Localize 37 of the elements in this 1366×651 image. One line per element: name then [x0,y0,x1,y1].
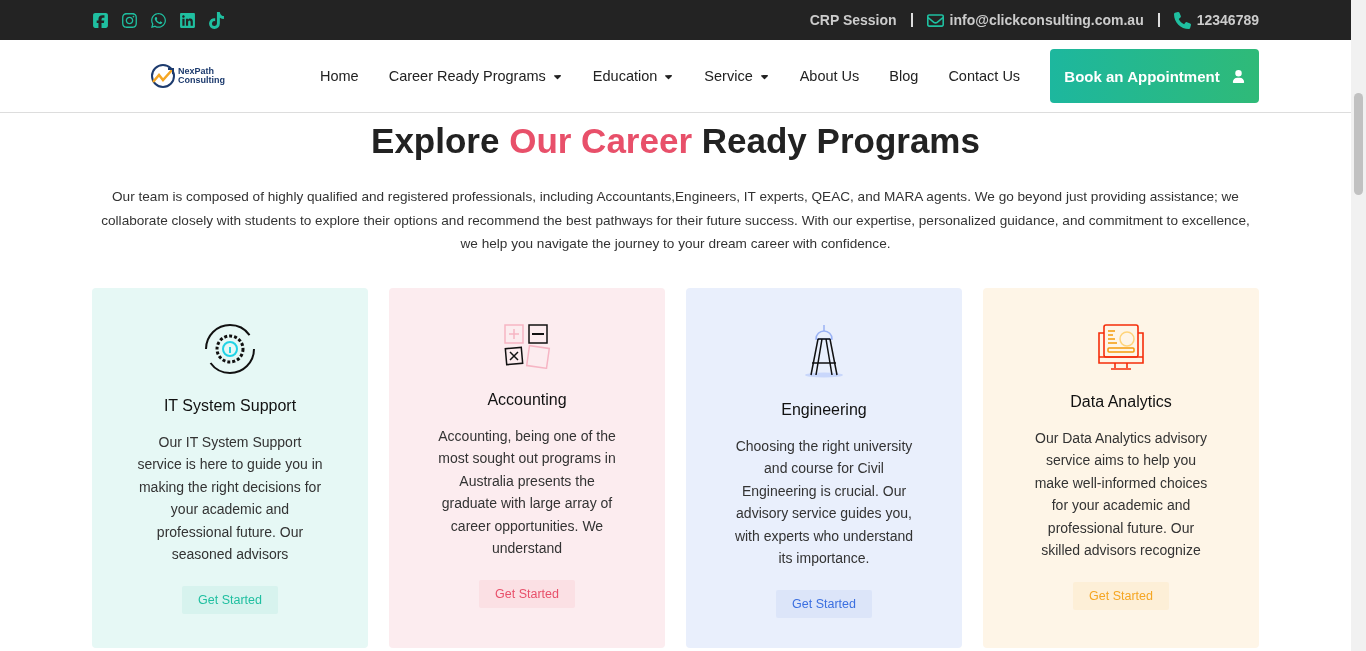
phone-icon [1173,11,1191,29]
card-title: Accounting [487,390,567,409]
card-description: Our Data Analytics advisory service aims to help you make well-informed choices for your academic and professional future. Our skilled advisors recognize [1033,428,1209,561]
intro-paragraph: Our team is composed of highly qualified and registered professionals, including Accountants,Engineers, IT experts, QEAC, and MARA agents. We go beyond just providing assistance; we collaborate closely with students to explore their options and recommend the best pathways for their future success. With our expertise, personalized guidance, and commitment to excellence, we help you navigate the journey to your dream career with confidence. [100,188,1251,253]
card-description: Accounting, being one of the most sought out programs in Australia presents the graduate with large array of career opportunities. We understand [437,426,617,559]
scrollbar-thumb[interactable] [1354,93,1363,195]
nav-link[interactable]: Contact Us [948,68,1021,84]
card-description: Our IT System Support service is here to guide you in making the right decisions for your academic and professional future. Our seasoned advisors [137,432,323,565]
monitor-icon [1097,322,1145,371]
nav-link[interactable]: Education [592,68,675,84]
nav-link[interactable]: About Us [799,68,860,84]
card-title: Engineering [781,400,867,419]
nav-link[interactable]: Career Ready Programs [388,68,563,84]
card-description: Choosing the right university and course for Civil Engineering is crucial. Our advisory service guides you, with experts who understand its importance. [733,436,915,569]
logo-icon[interactable] [150,63,176,89]
tiktok-icon[interactable] [208,11,225,29]
get-started-button[interactable]: Get Started [776,590,872,619]
session-link[interactable]: CRP Session [809,12,897,28]
email-link[interactable]: info@clickconsulting.com.au [949,12,1144,28]
section-title: Explore Our Career Ready Programs [370,120,981,162]
card-title: IT System Support [163,396,297,415]
card-title: Data Analytics [1070,392,1172,411]
whatsapp-icon[interactable] [150,11,167,29]
phone-link[interactable]: 12346789 [1196,12,1259,28]
user-icon [1231,69,1245,83]
nav-link[interactable]: Blog [889,68,919,84]
instagram-icon[interactable] [121,11,138,29]
logo-subtitle: Consulting [178,76,225,85]
facebook-icon[interactable] [92,11,109,29]
gear-icon [204,322,256,375]
nav-link[interactable]: Home [320,68,359,84]
mail-icon [926,11,944,29]
nav-link[interactable]: Service [704,68,770,84]
logo-name: NexPath [178,67,215,76]
calculator-icon [503,322,551,369]
linkedin-icon[interactable] [179,11,196,29]
compass-icon [804,322,844,379]
